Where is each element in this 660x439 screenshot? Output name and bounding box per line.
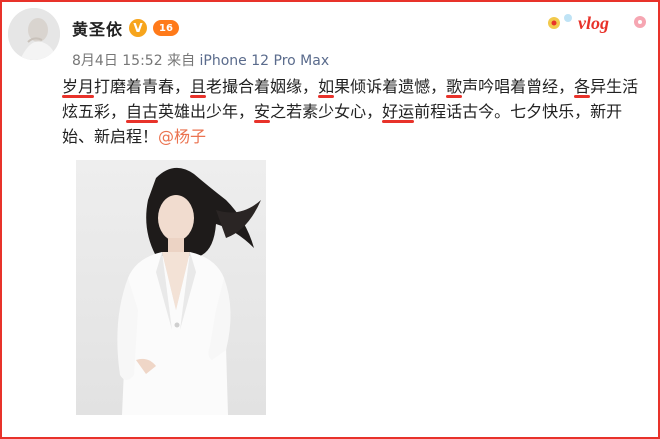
post-text-segment: 之若素少女心， bbox=[270, 102, 383, 121]
post-text: 岁月打磨着青春，且老撮合着姻缘，如果倾诉着遗憾，歌声吟唱着曾经，各异生活炫五彩，… bbox=[62, 74, 650, 149]
vlog-sticker-text: vlog bbox=[578, 13, 609, 33]
highlighted-phrase: 岁月 bbox=[62, 77, 95, 96]
user-name-row: 黄圣依 V 16 bbox=[72, 16, 180, 40]
level-badge-icon: 16 bbox=[153, 20, 180, 36]
avatar-image bbox=[8, 8, 60, 60]
vlog-sticker-icon: vlog bbox=[544, 8, 650, 38]
highlighted-phrase: 各 bbox=[574, 77, 591, 96]
post-text-segment: 打磨着青春， bbox=[94, 77, 191, 96]
mention-link[interactable]: @杨子 bbox=[158, 127, 206, 146]
post-text-segment: 果倾诉着遗憾， bbox=[334, 77, 447, 96]
highlighted-phrase: 自古 bbox=[126, 102, 159, 121]
post-photo[interactable] bbox=[76, 160, 266, 415]
post-meta: 8月4日 15:52 来自 iPhone 12 Pro Max bbox=[72, 50, 329, 70]
highlighted-phrase: 歌 bbox=[446, 77, 463, 96]
post-date: 8月4日 15:52 bbox=[72, 53, 163, 69]
highlighted-phrase: 且 bbox=[190, 77, 207, 96]
highlighted-phrase: 安 bbox=[254, 102, 271, 121]
highlighted-phrase: 好运 bbox=[382, 102, 415, 121]
source-prefix: 来自 bbox=[167, 53, 196, 69]
avatar[interactable] bbox=[8, 8, 60, 60]
device-name[interactable]: iPhone 12 Pro Max bbox=[200, 53, 330, 69]
user-name[interactable]: 黄圣依 bbox=[72, 16, 123, 40]
woman-in-white-suit-photo bbox=[76, 160, 266, 415]
post-text-segment: 老撮合着姻缘， bbox=[206, 77, 319, 96]
verified-badge-icon: V bbox=[129, 19, 148, 37]
highlighted-phrase: 如 bbox=[318, 77, 335, 96]
post-text-segment: 英雄出少年， bbox=[158, 102, 255, 121]
post-text-segment: 声吟唱着曾经， bbox=[462, 77, 575, 96]
